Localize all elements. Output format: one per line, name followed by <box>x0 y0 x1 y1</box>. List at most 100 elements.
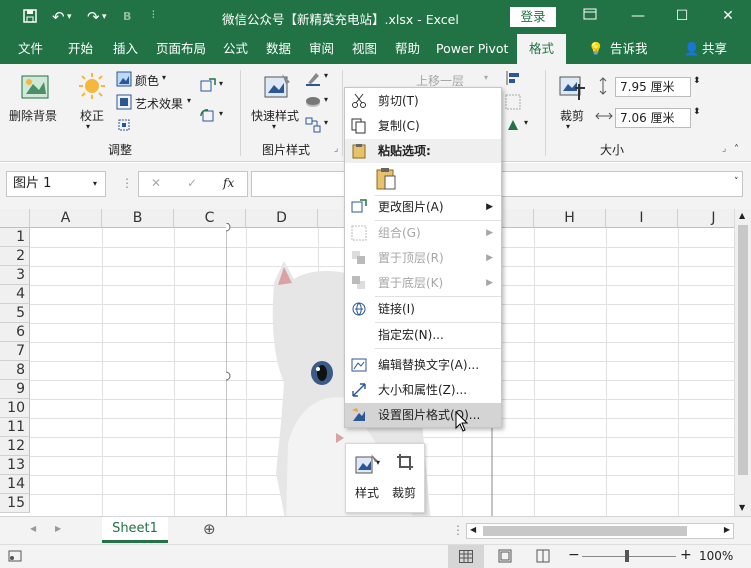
column-header[interactable]: B <box>102 209 174 228</box>
row-header[interactable]: 14 <box>0 475 30 494</box>
correct-label[interactable]: 校正 <box>80 107 104 124</box>
menu-item-format-picture[interactable]: 设置图片格式(O)... <box>345 403 501 427</box>
login-button[interactable]: 登录 <box>510 7 556 27</box>
crop-tool-icon[interactable] <box>557 72 587 105</box>
macro-record-icon[interactable] <box>8 549 22 566</box>
quick-styles-icon[interactable] <box>262 72 292 105</box>
row-header[interactable]: 13 <box>0 456 30 475</box>
menu-item-assign-macro[interactable]: 指定宏(N)... <box>345 323 501 347</box>
remove-background-icon[interactable] <box>20 72 50 105</box>
picture-effects-dropdown-icon[interactable]: ▾ <box>324 95 328 104</box>
width-spin-icon[interactable]: ⬍ <box>693 107 701 117</box>
name-box[interactable]: 图片 1 <box>6 171 106 197</box>
crop-label[interactable]: 裁剪 <box>560 107 584 124</box>
tab-view[interactable]: 视图 <box>352 34 377 64</box>
zoom-slider-thumb[interactable] <box>625 550 629 562</box>
scroll-left-icon[interactable]: ◀ <box>470 525 476 534</box>
sun-icon[interactable] <box>78 72 106 103</box>
zoom-in-icon[interactable]: + <box>680 547 692 563</box>
picture-effects-icon[interactable] <box>305 94 321 113</box>
close-icon[interactable]: ✕ <box>718 6 738 26</box>
scroll-up-icon[interactable]: ▲ <box>739 211 745 220</box>
row-header[interactable]: 2 <box>0 247 30 266</box>
new-sheet-icon[interactable]: ⊕ <box>203 520 216 538</box>
tab-page-layout[interactable]: 页面布局 <box>156 34 206 64</box>
change-picture-icon[interactable] <box>200 78 216 97</box>
tab-help[interactable]: 帮助 <box>395 34 420 64</box>
column-header[interactable]: H <box>534 209 606 228</box>
tab-power-pivot[interactable]: Power Pivot <box>436 34 508 64</box>
column-header[interactable]: A <box>30 209 102 228</box>
crop-dropdown-icon[interactable]: ▾ <box>566 122 570 131</box>
row-header[interactable]: 10 <box>0 399 30 418</box>
menu-item-copy[interactable]: 复制(C) <box>345 114 501 138</box>
width-input[interactable]: 7.06 厘米 <box>615 108 691 128</box>
mini-crop-label[interactable]: 裁剪 <box>392 484 416 501</box>
menu-item-bring-to-front[interactable]: 置于顶层(R) ▶ <box>345 246 501 270</box>
remove-background-label[interactable]: 删除背景 <box>9 107 57 124</box>
reset-picture-icon[interactable] <box>200 108 216 127</box>
height-spin-icon[interactable]: ⬍ <box>693 76 701 86</box>
row-header[interactable]: 6 <box>0 323 30 342</box>
share-button[interactable]: 共享 <box>702 34 727 64</box>
vertical-scroll-thumb[interactable] <box>738 225 748 475</box>
sheet-next-icon[interactable]: ▶ <box>55 524 61 533</box>
column-header[interactable]: I <box>606 209 678 228</box>
menu-item-send-to-back[interactable]: 置于底层(K) ▶ <box>345 271 501 295</box>
mini-crop-icon[interactable] <box>396 453 414 474</box>
tab-file[interactable]: 文件 <box>18 34 43 64</box>
row-header[interactable]: 11 <box>0 418 30 437</box>
row-header[interactable]: 8 <box>0 361 30 380</box>
row-header[interactable]: 12 <box>0 437 30 456</box>
menu-item-link[interactable]: 链接(I) <box>345 297 501 321</box>
color-icon[interactable] <box>116 71 132 90</box>
size-launcher-icon[interactable]: ⌟ <box>722 144 726 154</box>
horizontal-scrollbar[interactable]: ◀ ▶ <box>466 523 734 539</box>
reset-picture-dropdown-icon[interactable]: ▾ <box>219 109 223 118</box>
rotate-dropdown-icon[interactable]: ▾ <box>524 118 528 127</box>
row-header[interactable]: 1 <box>0 228 30 247</box>
sheet-tab-sheet1[interactable]: Sheet1 <box>102 517 168 543</box>
sheet-prev-icon[interactable]: ◀ <box>30 524 36 533</box>
height-input[interactable]: 7.95 厘米 <box>615 77 691 97</box>
picture-layout-icon[interactable] <box>305 117 321 136</box>
row-header[interactable]: 3 <box>0 266 30 285</box>
artistic-effects-icon[interactable] <box>116 94 132 113</box>
row-header[interactable]: 4 <box>0 285 30 304</box>
normal-view-button[interactable] <box>448 545 484 568</box>
scroll-right-icon[interactable]: ▶ <box>724 525 730 534</box>
menu-item-cut[interactable]: 剪切(T) <box>345 89 501 113</box>
menu-item-size-properties[interactable]: 大小和属性(Z)... <box>345 378 501 402</box>
correct-dropdown-icon[interactable]: ▾ <box>86 122 90 131</box>
row-header[interactable]: 7 <box>0 342 30 361</box>
styles-launcher-icon[interactable]: ⌟ <box>334 144 338 154</box>
zoom-level[interactable]: 100% <box>699 549 733 563</box>
save-icon[interactable] <box>22 8 38 28</box>
minimize-icon[interactable]: — <box>628 6 648 26</box>
page-break-view-icon[interactable] <box>536 549 550 566</box>
quick-styles-dropdown-icon[interactable]: ▾ <box>272 122 276 131</box>
row-header[interactable]: 9 <box>0 380 30 399</box>
paste-icon[interactable] <box>375 166 399 192</box>
redo-icon[interactable]: ↷ <box>87 8 100 26</box>
zoom-slider[interactable] <box>582 556 676 557</box>
menu-item-group[interactable]: 组合(G) ▶ <box>345 221 501 245</box>
name-box-dropdown-icon[interactable]: ▾ <box>93 179 97 188</box>
tab-data[interactable]: 数据 <box>266 34 291 64</box>
row-header[interactable]: 15 <box>0 494 30 513</box>
tab-format[interactable]: 格式 <box>517 34 567 64</box>
compress-pictures-icon[interactable] <box>116 117 132 136</box>
collapse-ribbon-icon[interactable]: ˄ <box>734 144 739 155</box>
undo-dropdown-icon[interactable]: ▾ <box>67 12 72 22</box>
page-layout-view-icon[interactable] <box>498 549 512 566</box>
tab-home[interactable]: 开始 <box>68 34 93 64</box>
column-header[interactable]: J <box>678 209 734 228</box>
zoom-out-icon[interactable]: − <box>568 547 580 563</box>
undo-icon[interactable]: ↶ <box>52 8 65 26</box>
customize-toolbar-icon[interactable]: ⫶ <box>152 10 155 21</box>
picture-border-icon[interactable] <box>305 70 321 89</box>
artistic-dropdown-icon[interactable]: ▾ <box>187 96 191 105</box>
redo-dropdown-icon[interactable]: ▾ <box>102 12 107 22</box>
tab-split-icon[interactable]: ⋮ <box>452 523 464 537</box>
color-label[interactable]: 颜色 <box>135 72 159 89</box>
